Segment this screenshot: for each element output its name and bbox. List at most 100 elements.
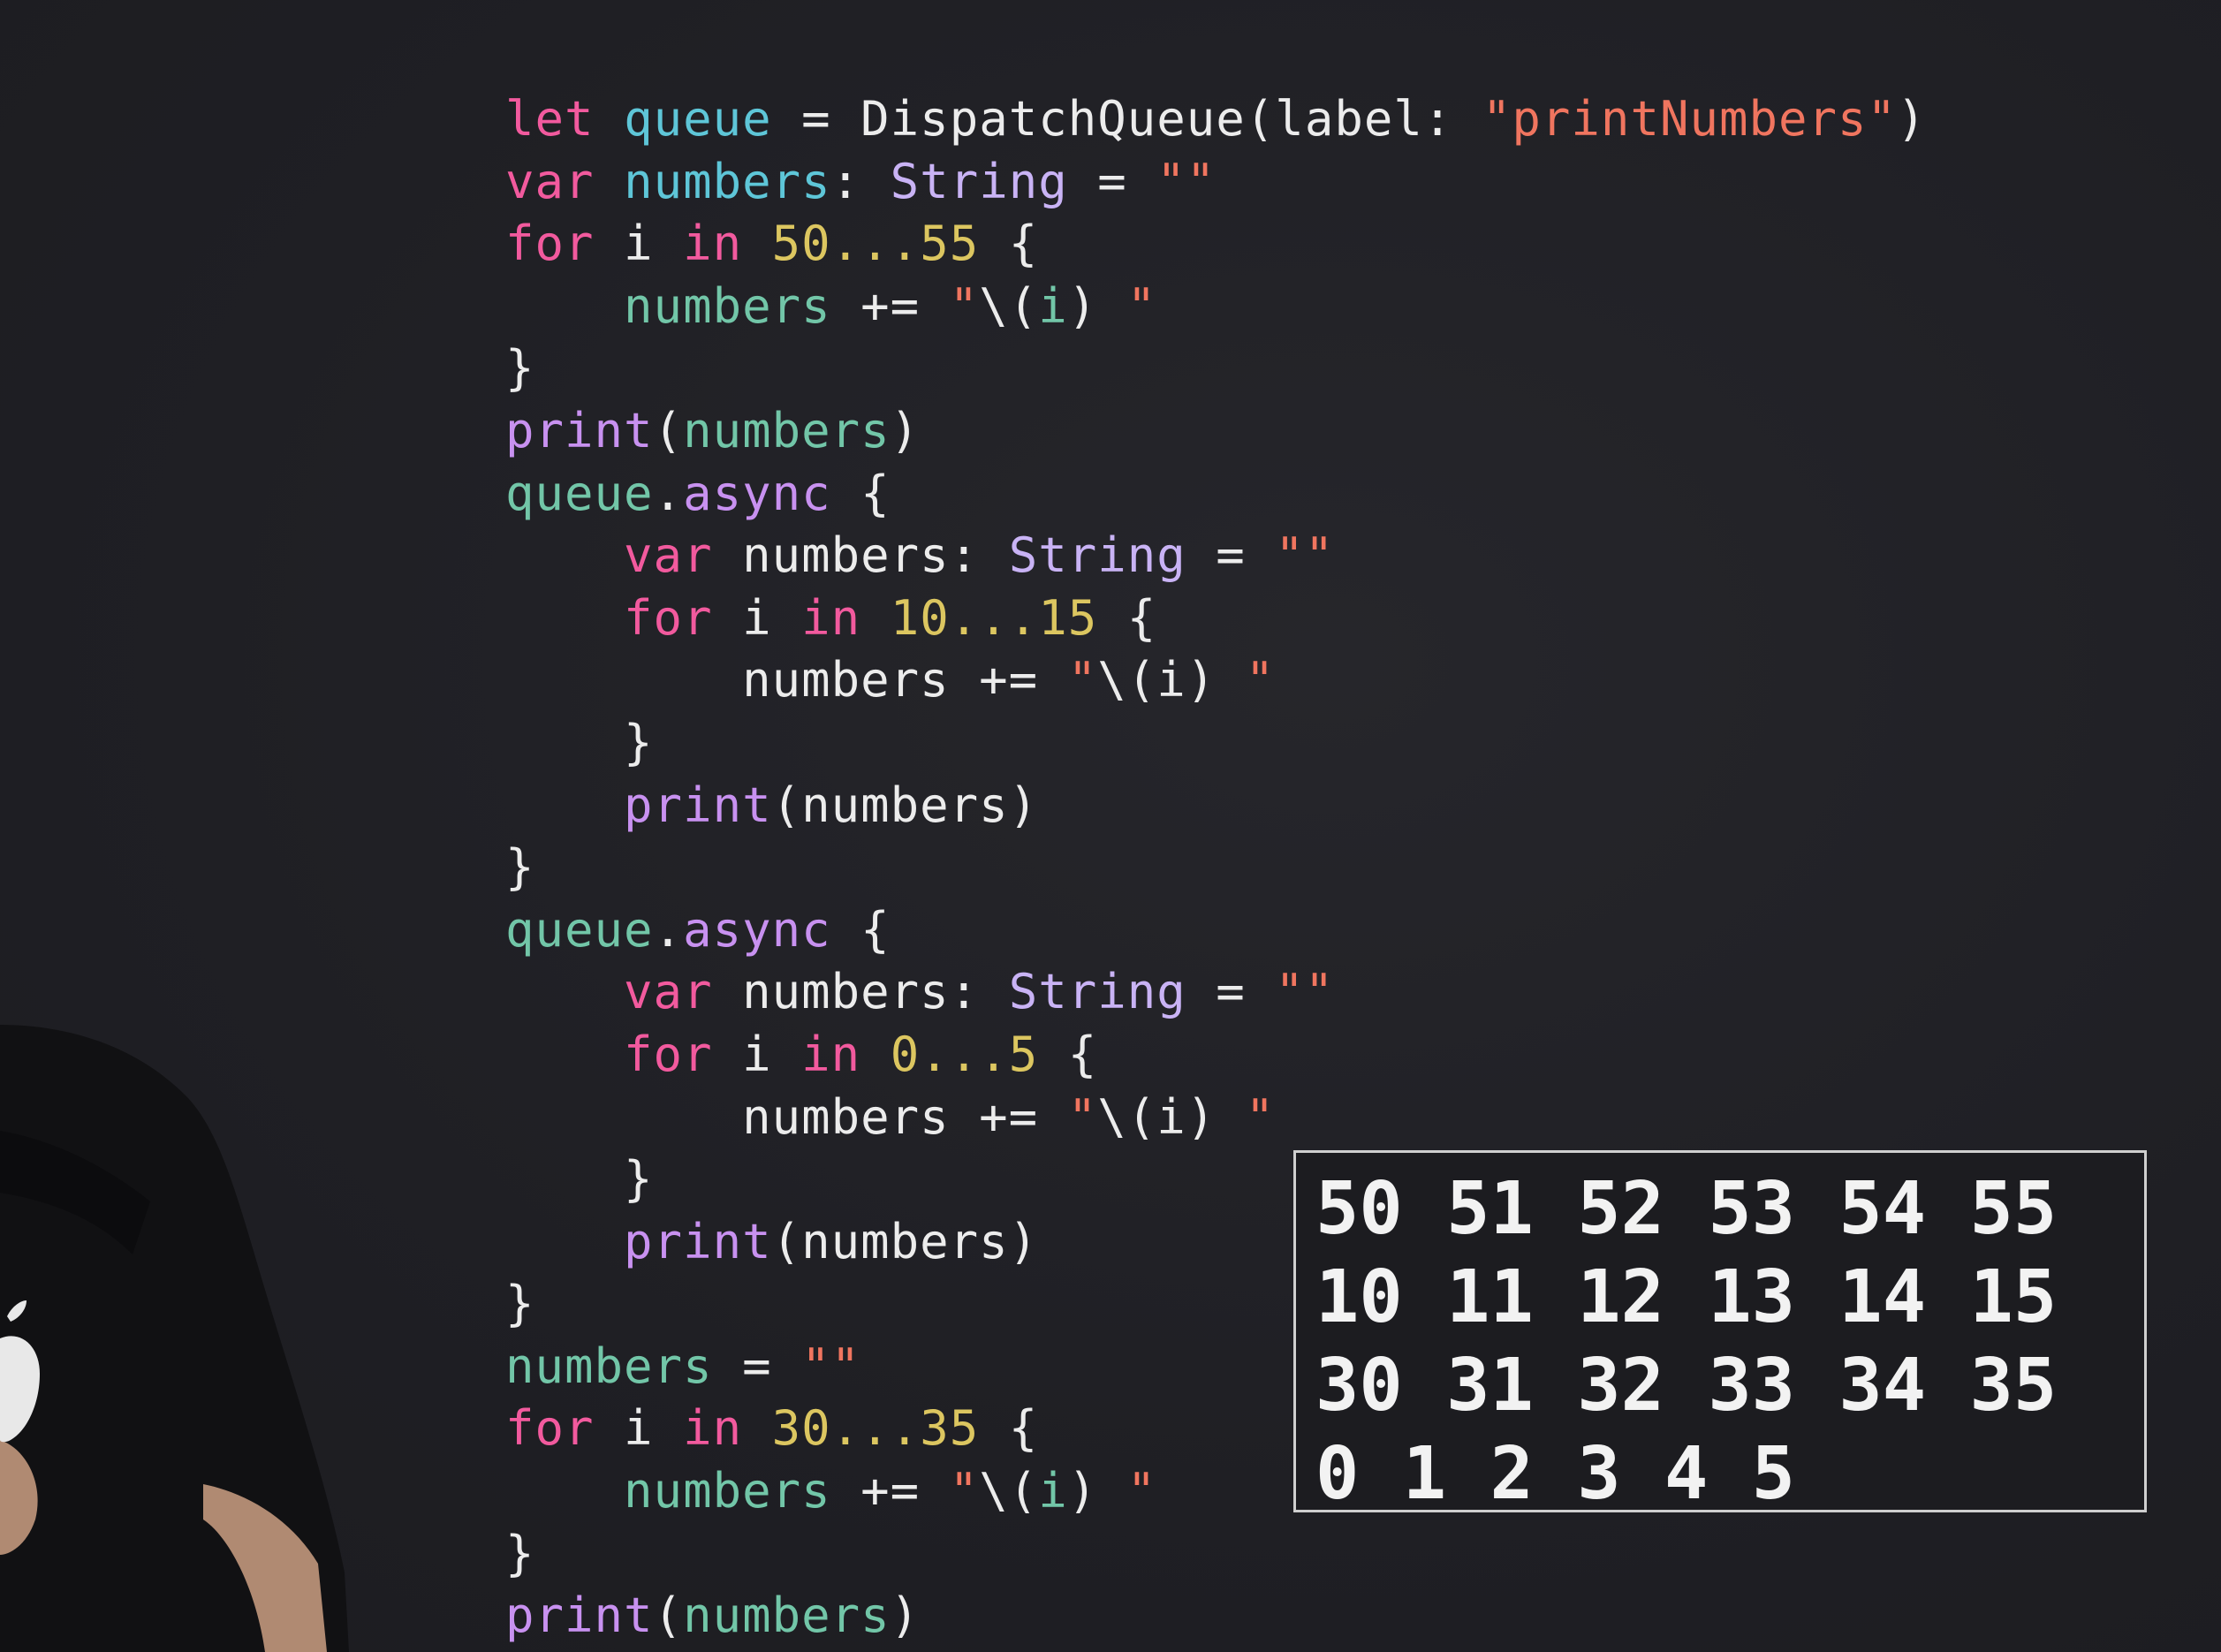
- code-token: =: [1067, 153, 1157, 209]
- code-token: for: [505, 1400, 595, 1457]
- code-token: ": [1245, 1088, 1276, 1145]
- code-line: queue.async {: [505, 463, 1927, 526]
- code-token: numbers +=: [505, 652, 1068, 709]
- output-line: 50 51 52 53 54 55: [1315, 1167, 2058, 1251]
- code-token: print: [624, 777, 772, 833]
- code-line: print(numbers): [505, 775, 1927, 837]
- code-token: {: [1097, 589, 1157, 646]
- presenter-figure: [0, 1025, 353, 1652]
- code-token: +=: [830, 1463, 950, 1519]
- code-token: 50...55: [771, 216, 980, 272]
- code-token: numbers:: [712, 964, 1009, 1020]
- code-line: for i in 50...55 {: [505, 213, 1927, 276]
- output-line: 30 31 32 33 34 35: [1315, 1344, 2058, 1428]
- code-line: }: [505, 837, 1927, 899]
- code-token: "printNumbers": [1482, 91, 1898, 147]
- code-token: i: [712, 589, 802, 646]
- code-token: var: [624, 964, 713, 1020]
- code-token: async: [683, 465, 831, 521]
- code-token: 0...5: [890, 1026, 1039, 1082]
- code-token: i: [712, 1026, 802, 1082]
- code-token: ): [1067, 277, 1127, 334]
- code-token: {: [979, 216, 1039, 272]
- code-token: (numbers): [771, 1213, 1039, 1269]
- code-token: \(i): [1097, 652, 1246, 709]
- code-token: i: [1038, 1463, 1068, 1519]
- code-token: queue: [624, 91, 772, 147]
- code-token: "": [1275, 964, 1335, 1020]
- code-token: i: [594, 1400, 684, 1457]
- console-output-box: 50 51 52 53 54 55 10 11 12 13 14 15 30 31 …: [1293, 1150, 2147, 1516]
- code-line: let queue = DispatchQueue(label: "printN…: [505, 88, 1927, 151]
- code-token: var: [505, 153, 595, 209]
- code-line: var numbers: String = "": [505, 961, 1927, 1024]
- code-line: }: [505, 337, 1927, 400]
- code-token: ": [1126, 1463, 1157, 1519]
- code-token: }: [505, 1276, 535, 1332]
- code-token: String: [890, 153, 1068, 209]
- code-token: numbers: [683, 1588, 891, 1644]
- code-line: var numbers: String = "": [505, 525, 1927, 587]
- code-line: }: [505, 1523, 1927, 1586]
- code-token: in: [683, 216, 743, 272]
- code-token: in: [801, 1026, 861, 1082]
- code-token: queue: [505, 901, 654, 958]
- code-token: (: [653, 402, 684, 458]
- code-token: for: [624, 1026, 713, 1082]
- code-token: ): [1897, 91, 1927, 147]
- code-token: {: [979, 1400, 1039, 1457]
- code-token: +=: [830, 277, 950, 334]
- code-token: (numbers): [771, 777, 1039, 833]
- code-token: for: [624, 589, 713, 646]
- code-token: i: [1038, 277, 1068, 334]
- code-token: }: [505, 839, 535, 896]
- code-token: \(i): [1097, 1088, 1246, 1145]
- code-token: ": [1245, 652, 1276, 709]
- code-token: async: [683, 901, 831, 958]
- code-line: }: [505, 712, 1927, 775]
- presenter-silhouette: [0, 1025, 349, 1652]
- code-token: ): [890, 402, 921, 458]
- code-token: }: [505, 714, 654, 770]
- code-line: print(numbers): [505, 1585, 1927, 1648]
- code-token: }: [505, 340, 535, 397]
- code-token: numbers: [624, 1463, 831, 1519]
- code-token: \(: [979, 1463, 1039, 1519]
- code-token: numbers:: [712, 527, 1009, 584]
- code-token: }: [505, 1525, 535, 1581]
- code-token: {: [1038, 1026, 1098, 1082]
- code-token: 30...35: [771, 1400, 980, 1457]
- code-token: String: [1008, 527, 1186, 584]
- code-token: ": [1067, 1088, 1098, 1145]
- code-token: i: [594, 216, 684, 272]
- code-line: numbers += "\(i) ": [505, 649, 1927, 712]
- code-token: = DispatchQueue(label:: [771, 91, 1482, 147]
- code-token: print: [505, 1588, 654, 1644]
- code-token: :: [830, 153, 891, 209]
- code-token: print: [505, 402, 654, 458]
- code-token: numbers +=: [505, 1088, 1068, 1145]
- code-token: .: [653, 901, 684, 958]
- code-token: for: [505, 216, 595, 272]
- output-line: 10 11 12 13 14 15: [1315, 1255, 2058, 1339]
- code-token: numbers: [683, 402, 891, 458]
- code-token: String: [1008, 964, 1186, 1020]
- code-token: let: [505, 91, 595, 147]
- code-token: 10...15: [890, 589, 1098, 646]
- code-token: \(: [979, 277, 1039, 334]
- output-line: 0 1 2 3 4 5: [1315, 1432, 1796, 1516]
- code-line: print(numbers): [505, 400, 1927, 463]
- code-token: ": [1067, 652, 1098, 709]
- code-token: {: [830, 465, 891, 521]
- code-token: numbers: [624, 277, 831, 334]
- code-token: ): [890, 1588, 921, 1644]
